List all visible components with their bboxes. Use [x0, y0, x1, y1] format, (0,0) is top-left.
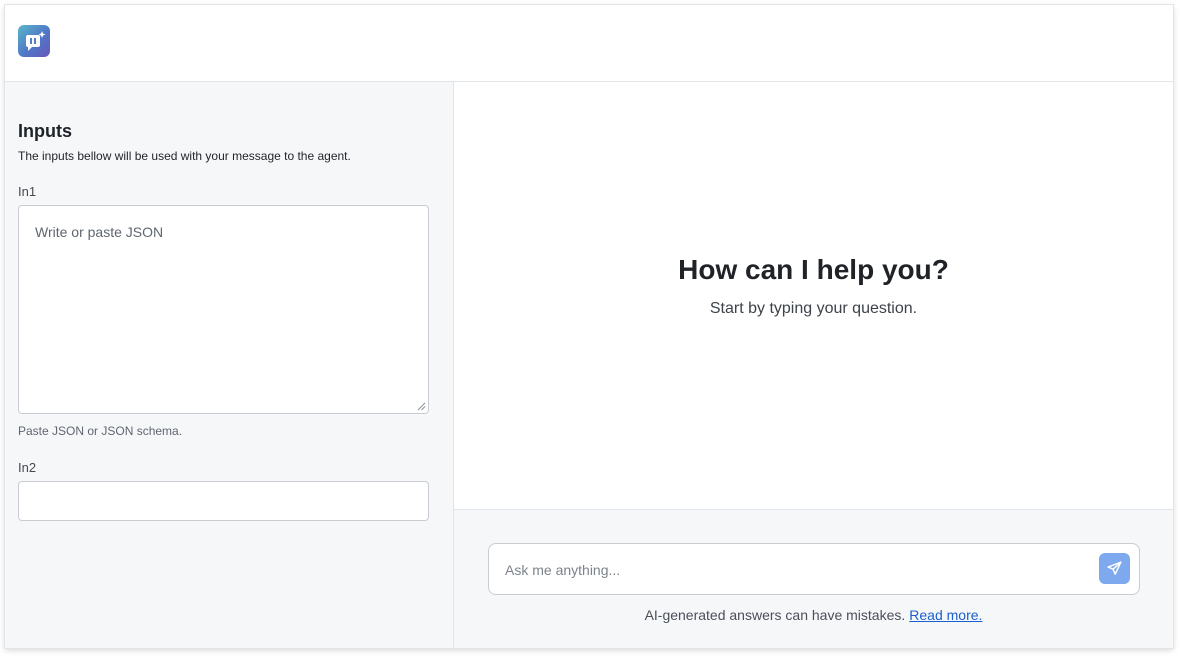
inputs-panel: Inputs The inputs bellow will be used wi… [5, 82, 454, 648]
inputs-description: The inputs bellow will be used with your… [18, 149, 351, 163]
disclaimer-text: AI-generated answers can have mistakes. [644, 607, 906, 623]
read-more-link[interactable]: Read more. [909, 607, 982, 623]
send-icon [1107, 561, 1122, 575]
inputs-title: Inputs [18, 121, 72, 141]
app-window: Inputs The inputs bellow will be used wi… [5, 5, 1173, 648]
in1-label: In1 [18, 184, 37, 199]
chat-input-placeholder: Ask me anything... [505, 562, 621, 578]
chat-agent-logo-icon[interactable] [18, 25, 50, 57]
in1-helper-text: Paste JSON or JSON schema. [18, 424, 183, 438]
resize-handle-icon[interactable] [417, 402, 426, 411]
chat-composer-area: Ask me anything... AI-generated answers … [454, 509, 1173, 648]
send-button[interactable] [1099, 553, 1130, 584]
in1-placeholder: Write or paste JSON [35, 224, 164, 240]
in2-input[interactable] [18, 481, 429, 521]
welcome-subheading: Start by typing your question. [709, 300, 918, 317]
chat-message-input[interactable]: Ask me anything... [488, 543, 1140, 595]
in2-label: In2 [18, 460, 37, 475]
welcome-heading: How can I help you? [678, 254, 949, 285]
in1-json-textarea[interactable]: Write or paste JSON [18, 205, 429, 414]
disclaimer: AI-generated answers can have mistakes. R… [454, 607, 1173, 623]
top-bar [5, 5, 1173, 82]
chat-welcome-area: How can I help you? Start by typing your… [454, 82, 1173, 509]
